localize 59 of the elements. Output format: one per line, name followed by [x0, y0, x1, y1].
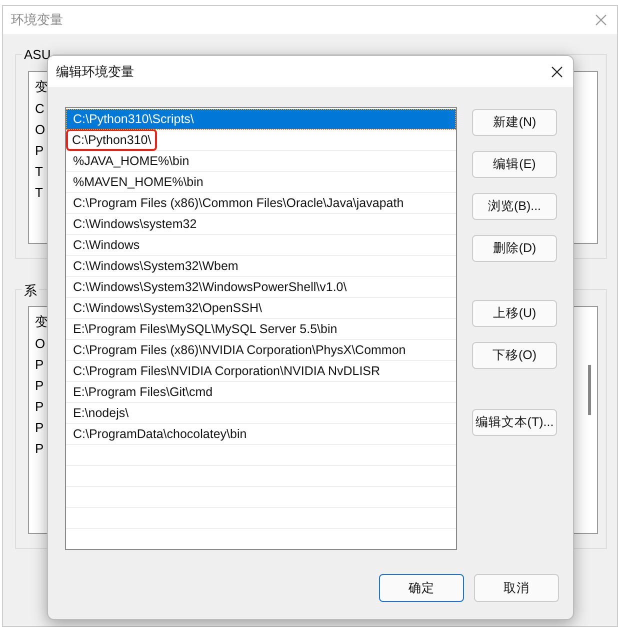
path-text: %JAVA_HOME%\bin: [72, 154, 190, 168]
list-row[interactable]: C:\ProgramData\chocolatey\bin: [66, 424, 456, 445]
list-row[interactable]: E:\nodejs\: [66, 403, 456, 424]
list-row[interactable]: C:\Windows: [66, 235, 456, 256]
scrollbar-thumb[interactable]: [588, 365, 591, 415]
action-button[interactable]: 删除(D): [472, 235, 557, 262]
list-row[interactable]: E:\Program Files\MySQL\MySQL Server 5.5\bin: [66, 319, 456, 340]
path-text: C:\Python310\Scripts\: [72, 112, 195, 126]
list-row[interactable]: C:\Windows\System32\OpenSSH\: [66, 298, 456, 319]
action-button[interactable]: 新建(N): [472, 109, 557, 136]
action-button[interactable]: 编辑(E): [472, 151, 557, 178]
list-row[interactable]: C:\Program Files (x86)\Common Files\Oracle\Java\javapath: [66, 193, 456, 214]
list-row[interactable]: C:\Windows\System32\WindowsPowerShell\v1.0\: [66, 277, 456, 298]
close-icon[interactable]: [551, 66, 563, 78]
list-row[interactable]: C:\Windows\System32\Wbem: [66, 256, 456, 277]
list-item[interactable]: O: [35, 119, 46, 140]
path-text: C:\Windows\System32\Wbem: [72, 259, 240, 273]
group-label: 系: [22, 282, 39, 300]
dialog-title: 编辑环境变量: [56, 62, 134, 80]
list-row[interactable]: C:\Windows\system32: [66, 214, 456, 235]
list-row[interactable]: E:\Program Files\Git\cmd: [66, 382, 456, 403]
path-text: E:\nodejs\: [72, 406, 130, 420]
path-text: C:\Program Files (x86)\Common Files\Oracle\Java\javapath: [72, 196, 405, 210]
list-row[interactable]: %MAVEN_HOME%\bin: [66, 172, 456, 193]
list-row[interactable]: C:\Program Files (x86)\NVIDIA Corporation\PhysX\Common: [66, 340, 456, 361]
list-item[interactable]: P: [35, 396, 44, 417]
path-text: C:\Program Files (x86)\NVIDIA Corporation\PhysX\Common: [72, 343, 407, 357]
column-header: 变: [35, 78, 48, 96]
path-text: C:\ProgramData\chocolatey\bin: [72, 427, 248, 441]
list-item[interactable]: C: [35, 98, 44, 119]
list-item[interactable]: T: [35, 182, 43, 203]
path-text: C:\Python310\: [68, 131, 156, 149]
path-text: %MAVEN_HOME%\bin: [72, 175, 204, 189]
path-text: E:\Program Files\MySQL\MySQL Server 5.5\bin: [72, 322, 338, 336]
action-button[interactable]: 编辑文本(T)...: [472, 409, 557, 436]
cancel-button[interactable]: 取消: [474, 574, 559, 602]
list-item[interactable]: P: [35, 354, 44, 375]
list-item[interactable]: P: [35, 417, 44, 438]
list-row[interactable]: C:\Python310\: [66, 130, 456, 151]
action-button[interactable]: 上移(U): [472, 300, 557, 327]
path-text: E:\Program Files\Git\cmd: [72, 385, 214, 399]
path-text: C:\Program Files\NVIDIA Corporation\NVIDIA NvDLISR: [72, 364, 382, 378]
list-item[interactable]: O: [35, 333, 46, 354]
list-row[interactable]: %JAVA_HOME%\bin: [66, 151, 456, 172]
list-row[interactable]: C:\Python310\Scripts\: [66, 109, 456, 130]
list-item[interactable]: P: [35, 375, 44, 396]
action-button[interactable]: 浏览(B)...: [472, 193, 557, 220]
ok-button[interactable]: 确定: [379, 574, 464, 602]
list-item[interactable]: P: [35, 140, 44, 161]
list-item[interactable]: T: [35, 161, 43, 182]
path-text: C:\Windows: [72, 238, 141, 252]
path-text: C:\Windows\system32: [72, 217, 198, 231]
list-row[interactable]: C:\Program Files\NVIDIA Corporation\NVIDIA NvDLISR: [66, 361, 456, 382]
path-text: C:\Windows\System32\OpenSSH\: [72, 301, 263, 315]
path-text: C:\Windows\System32\WindowsPowerShell\v1.0\: [72, 280, 348, 294]
window-title: 环境变量: [11, 11, 63, 29]
action-button[interactable]: 下移(O): [472, 342, 557, 369]
column-header: 变: [35, 313, 48, 331]
list-item[interactable]: P: [35, 438, 44, 459]
